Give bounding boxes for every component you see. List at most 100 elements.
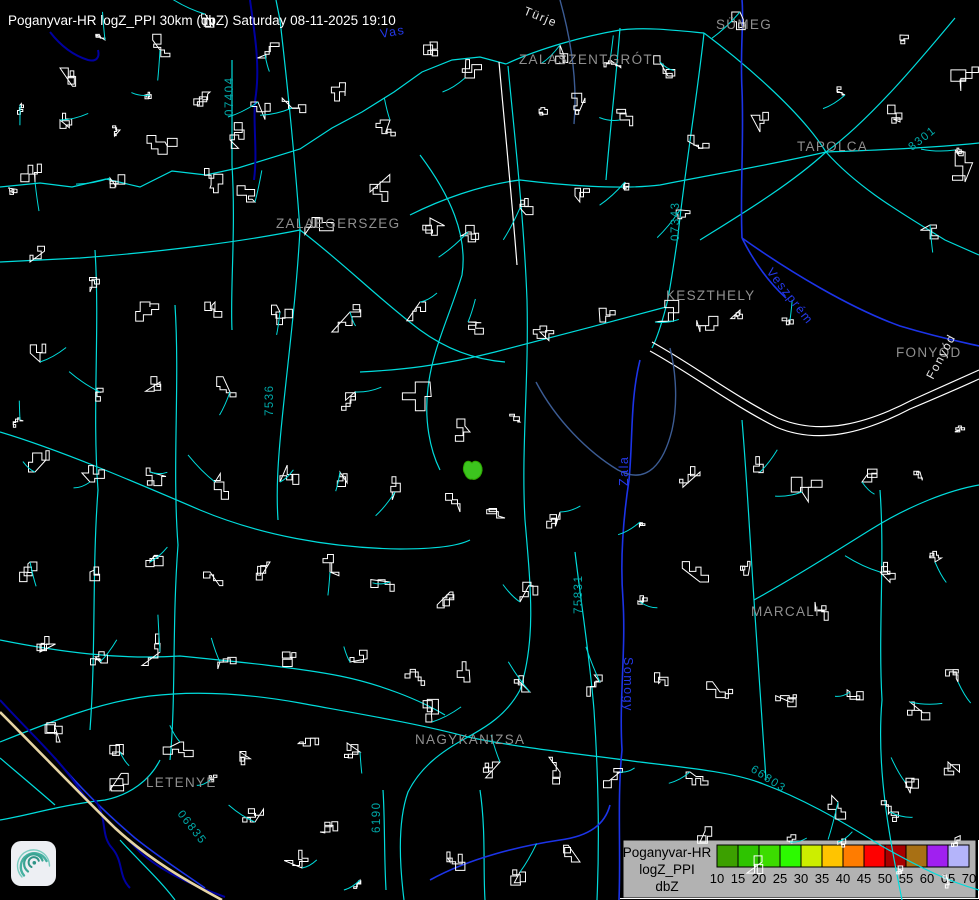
- village-outline: [342, 392, 356, 410]
- village-outline: [332, 305, 361, 332]
- village-outline: [29, 451, 50, 472]
- village-outline: [96, 34, 105, 40]
- legend-radar-name: Poganyvar-HR: [623, 845, 712, 860]
- village-outline: [533, 326, 553, 341]
- map-line: [606, 28, 620, 180]
- map-line: [862, 482, 875, 494]
- map-line: [890, 812, 913, 817]
- legend-tick-label: 40: [836, 871, 850, 886]
- map-line: [599, 118, 620, 121]
- map-line: [384, 98, 390, 120]
- village-outline: [697, 316, 718, 332]
- map-line: [480, 790, 485, 900]
- village-outline: [320, 822, 338, 833]
- map-line: [835, 692, 850, 696]
- village-outline: [237, 186, 255, 202]
- road-number-label: 07343: [670, 202, 682, 241]
- village-outline: [953, 152, 973, 182]
- village-outline: [682, 562, 708, 582]
- map-line: [775, 492, 802, 496]
- map-line: [158, 50, 160, 81]
- map-line: [410, 152, 826, 215]
- legend-cell-60-65: [927, 845, 948, 867]
- village-outline: [163, 742, 193, 757]
- village-outline: [900, 35, 908, 44]
- village-outline: [930, 551, 942, 562]
- map-line: [910, 702, 942, 704]
- town-label: KESZTHELY: [666, 288, 755, 303]
- village-outline: [905, 778, 918, 793]
- village-outline: [776, 695, 797, 707]
- legend-cell-65-70: [948, 845, 969, 867]
- legend-product-name: logZ_PPI: [639, 862, 695, 877]
- legend-cell-40-45: [843, 845, 864, 867]
- village-outline: [575, 188, 590, 202]
- map-line: [328, 572, 330, 595]
- map-line: [0, 640, 445, 715]
- legend-cell-55-60: [906, 845, 927, 867]
- village-outline: [214, 474, 228, 500]
- village-outline: [284, 850, 308, 868]
- village-outline: [423, 699, 438, 722]
- village-outline: [424, 42, 438, 56]
- village-outline: [457, 662, 470, 682]
- village-outline: [146, 377, 161, 392]
- village-outline: [147, 136, 177, 155]
- village-outline: [914, 471, 922, 480]
- map-line: [265, 55, 269, 72]
- map-line: [503, 208, 520, 240]
- map-title: Poganyvar-HR logZ_PPI 30km (dbZ) Saturda…: [8, 13, 396, 28]
- map-line: [891, 757, 905, 782]
- legend-unit-label: dbZ: [655, 879, 678, 894]
- radar-echo: [463, 461, 482, 479]
- legend-tick-label: 15: [731, 871, 745, 886]
- village-outline: [547, 512, 560, 528]
- village-outline: [564, 845, 580, 862]
- village-outline: [45, 723, 62, 742]
- village-outline: [510, 414, 520, 422]
- map-line: [754, 485, 979, 600]
- village-outline: [243, 809, 264, 822]
- village-outline: [511, 870, 526, 885]
- water-label: Somogy: [621, 657, 635, 712]
- map-line: [188, 455, 215, 482]
- village-outline: [370, 175, 390, 202]
- map-line: [586, 647, 600, 682]
- map-line: [921, 149, 955, 151]
- village-outline: [90, 278, 100, 293]
- radar-map: Poganyvar-HR logZ_PPI dbZ 10152025303540…: [0, 0, 979, 900]
- village-outline: [483, 762, 500, 778]
- village-outline: [520, 582, 538, 602]
- map-line: [350, 312, 356, 326]
- village-outline: [487, 509, 505, 519]
- map-line: [376, 492, 395, 516]
- village-outline: [142, 634, 160, 666]
- village-outline: [617, 109, 633, 125]
- map-line: [220, 392, 231, 415]
- village-outline: [423, 218, 445, 235]
- village-outline: [539, 108, 547, 115]
- village-outline: [258, 43, 280, 58]
- map-line: [420, 293, 437, 302]
- road-number-label: 06835: [175, 808, 209, 847]
- map-line: [300, 230, 505, 362]
- village-outline: [599, 308, 615, 322]
- village-outline: [587, 675, 602, 696]
- legend-tick-label: 25: [773, 871, 787, 886]
- village-outline: [376, 120, 395, 136]
- map-line: [150, 547, 167, 562]
- village-outline: [751, 112, 768, 132]
- village-outline: [446, 494, 460, 513]
- village-outline: [405, 669, 425, 685]
- village-outline: [888, 105, 902, 123]
- map-line: [211, 638, 220, 662]
- village-outline: [110, 773, 128, 791]
- map-line: [618, 522, 640, 535]
- village-outline: [437, 592, 454, 608]
- village-outline: [331, 83, 345, 101]
- map-line: [499, 62, 517, 265]
- village-outline: [282, 652, 296, 667]
- legend-cell-35-40: [822, 845, 843, 867]
- water-label: Zala: [617, 456, 631, 486]
- map-line: [373, 582, 391, 584]
